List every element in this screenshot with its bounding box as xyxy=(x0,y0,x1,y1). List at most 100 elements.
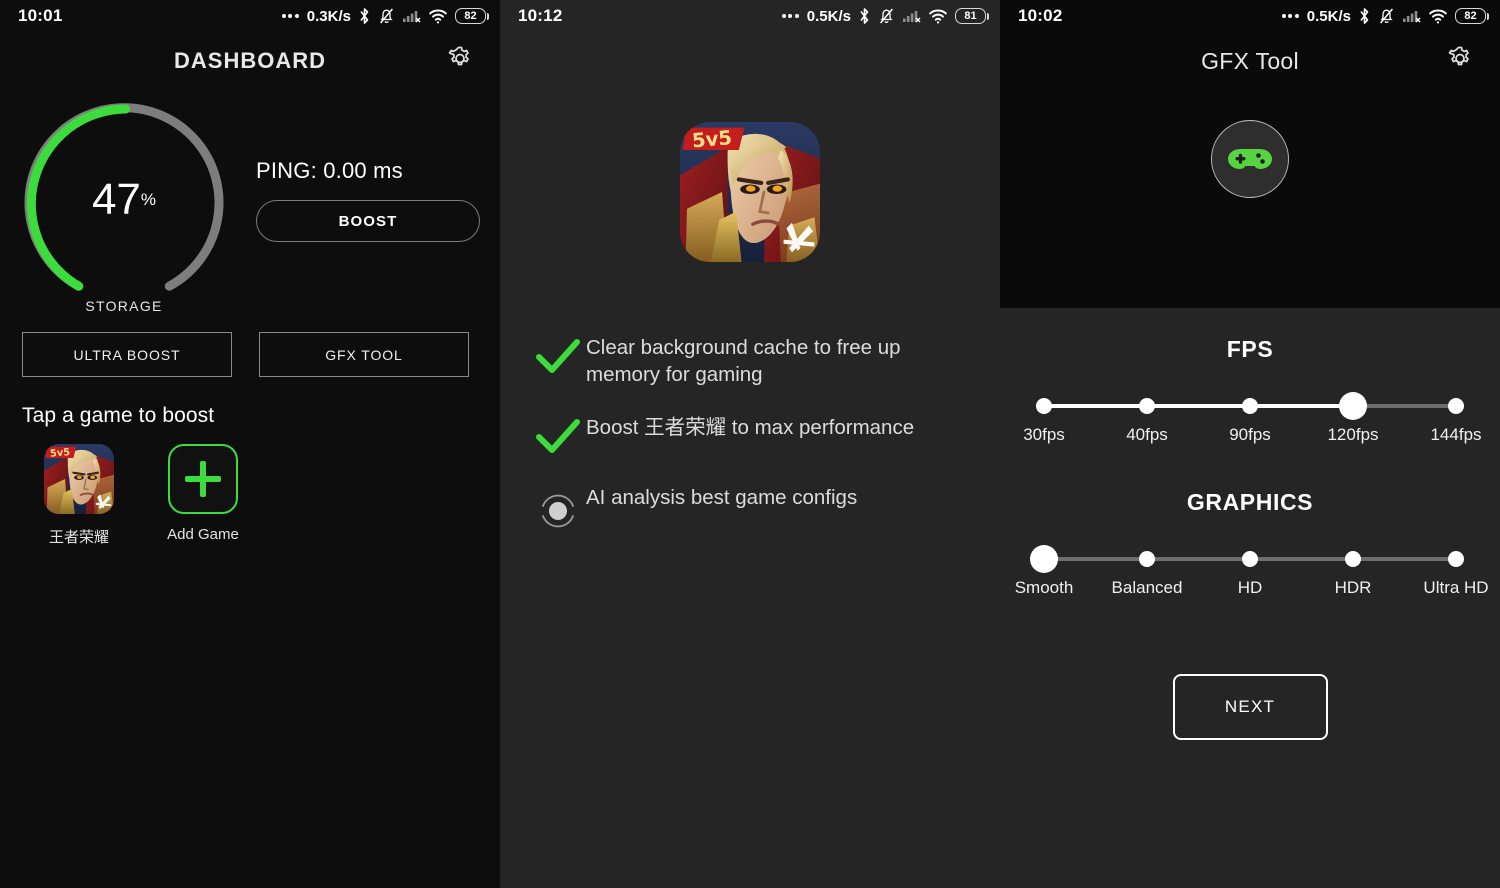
gfx-hero xyxy=(1000,90,1500,198)
status-bar: 10:02 0.5K/s 82 xyxy=(1000,0,1500,32)
graphics-label-0: Smooth xyxy=(1014,578,1074,597)
gfx-tool-button[interactable]: GFX TOOL xyxy=(259,332,469,377)
status-icons: 0.3K/s 82 xyxy=(281,7,489,25)
wifi-icon xyxy=(929,9,947,24)
network-speed-label: 0.5K/s xyxy=(1306,7,1351,25)
game-list: 王者荣耀 Add Game xyxy=(0,428,500,547)
gear-icon[interactable] xyxy=(446,45,474,78)
ellipsis-icon xyxy=(1281,14,1299,18)
gfx-footer: NEXT xyxy=(1000,604,1500,740)
status-time: 10:02 xyxy=(1018,6,1063,25)
tap-a-game-hint: Tap a game to boost xyxy=(22,404,215,427)
add-game-button[interactable] xyxy=(168,444,238,514)
status-time: 10:12 xyxy=(518,6,563,25)
status-bar: 10:12 0.5K/s 81 xyxy=(500,0,1000,32)
bluetooth-icon xyxy=(1360,8,1369,24)
checklist-text: AI analysis best game configs xyxy=(586,486,858,510)
status-icons: 0.5K/s xyxy=(781,7,989,25)
add-game-tile[interactable]: Add Game xyxy=(164,444,242,547)
dashboard-app-bar: DASHBOARD xyxy=(0,32,500,90)
add-game-label: Add Game xyxy=(167,526,239,543)
bluetooth-icon xyxy=(860,8,869,24)
fps-track-fill xyxy=(1044,404,1353,408)
fps-label-4: 144fps xyxy=(1430,425,1482,444)
fps-tick-2[interactable] xyxy=(1242,398,1258,414)
fps-tick-4[interactable] xyxy=(1448,398,1464,414)
fps-tick-1[interactable] xyxy=(1139,398,1155,414)
ellipsis-icon xyxy=(281,14,299,18)
checklist-item: Boost 王者荣耀 to max performance xyxy=(530,414,1000,458)
battery-icon: 81 xyxy=(955,8,989,24)
graphics-thumb[interactable] xyxy=(1030,545,1058,573)
graphics-tick-4[interactable] xyxy=(1448,551,1464,567)
fps-label-0: 30fps xyxy=(1023,425,1065,444)
graphics-label-2: HD xyxy=(1237,578,1263,597)
graphics-tick-3[interactable] xyxy=(1345,551,1361,567)
plus-icon xyxy=(185,461,221,497)
game-title: 王者荣耀 xyxy=(48,529,109,546)
boost-game-hero xyxy=(500,32,1000,262)
game-artwork-icon[interactable] xyxy=(44,444,114,514)
gear-icon[interactable] xyxy=(1446,45,1474,78)
ping-value: PING: 0.00 ms xyxy=(256,158,403,183)
status-icons: 0.5K/s xyxy=(1281,7,1489,25)
battery-icon: 82 xyxy=(455,8,489,24)
check-icon xyxy=(530,414,586,458)
graphics-label-4: Ultra HD xyxy=(1423,578,1489,597)
fps-labels: 30fps 40fps 90fps 120fps 144fps xyxy=(1023,425,1481,451)
checklist-item: Clear background cache to free up memory… xyxy=(530,334,1000,388)
fps-tick-0[interactable] xyxy=(1036,398,1052,414)
graphics-title: GRAPHICS xyxy=(1186,489,1314,515)
check-icon xyxy=(530,334,586,378)
mute-bell-icon xyxy=(380,8,393,24)
fps-label-1: 40fps xyxy=(1126,425,1168,444)
signal-off-icon xyxy=(1403,11,1421,23)
status-bar: 10:01 0.3K/s 82 xyxy=(0,0,500,32)
graphics-tick-2[interactable] xyxy=(1242,551,1258,567)
fps-title: FPS xyxy=(1226,336,1274,362)
gauge-label: STORAGE xyxy=(85,298,163,314)
fps-slider[interactable] xyxy=(1036,391,1464,421)
graphics-slider[interactable] xyxy=(1030,544,1464,574)
next-button[interactable]: NEXT xyxy=(1172,674,1328,740)
page-title: DASHBOARD xyxy=(174,48,326,73)
checklist-text: Clear background cache to free up memory… xyxy=(586,336,901,387)
graphics-labels: Smooth Balanced HD HDR Ultra HD xyxy=(1015,578,1489,604)
boost-progress-screen: 10:12 0.5K/s 81 Clear background cache t… xyxy=(500,0,1000,888)
network-speed-label: 0.3K/s xyxy=(306,7,351,25)
game-artwork-icon xyxy=(680,122,820,262)
dashboard-screen: 10:01 0.3K/s 82 DASHBOARD 47 % STORAGE P… xyxy=(0,0,500,888)
graphics-tick-1[interactable] xyxy=(1139,551,1155,567)
graphics-label-1: Balanced xyxy=(1111,578,1183,597)
graphics-label-3: HDR xyxy=(1334,578,1372,597)
screenshot-root: 10:01 0.3K/s 82 DASHBOARD 47 % STORAGE P… xyxy=(0,0,1500,888)
game-tile[interactable]: 王者荣耀 xyxy=(40,444,118,547)
status-time: 10:01 xyxy=(18,6,63,25)
graphics-slider-block: GRAPHICS Smooth Balanced HD HDR Ultra HD xyxy=(1000,451,1500,604)
gauge-value: 47 xyxy=(91,175,141,224)
gfx-tool-screen: 10:02 0.5K/s 82 GFX Tool FPS 30fps 40fps… xyxy=(1000,0,1500,888)
network-speed-label: 0.5K/s xyxy=(806,7,851,25)
boost-checklist: Clear background cache to free up memory… xyxy=(500,262,1000,534)
checklist-item: AI analysis best game configs xyxy=(530,484,1000,534)
page-title: GFX Tool xyxy=(1201,47,1299,74)
fps-thumb[interactable] xyxy=(1339,392,1367,420)
checklist-text: Boost 王者荣耀 to max performance xyxy=(586,416,915,440)
battery-icon: 82 xyxy=(1455,8,1489,24)
storage-gauge: 47% STORAGE xyxy=(20,100,228,314)
boost-button[interactable]: BOOST xyxy=(256,200,480,242)
gamepad-icon[interactable] xyxy=(1211,120,1289,198)
fps-slider-block: FPS 30fps 40fps 90fps 120fps 144fps xyxy=(1000,308,1500,451)
mute-bell-icon xyxy=(880,8,893,24)
gauge-value-wrap: 47% xyxy=(20,100,228,308)
spinner-icon xyxy=(530,484,586,534)
gauge-and-ping-row: 47% STORAGE PING: 0.00 ms BOOST xyxy=(0,90,500,314)
wifi-icon xyxy=(1429,9,1447,24)
ultra-boost-button[interactable]: ULTRA BOOST xyxy=(22,332,232,377)
mute-bell-icon xyxy=(1380,8,1393,24)
gauge-percent-symbol: % xyxy=(140,190,157,209)
fps-label-2: 90fps xyxy=(1229,425,1271,444)
ping-column: PING: 0.00 ms BOOST xyxy=(256,100,484,242)
gfx-header-section: 10:02 0.5K/s 82 GFX Tool xyxy=(1000,0,1500,308)
gfx-app-bar: GFX Tool xyxy=(1000,32,1500,90)
